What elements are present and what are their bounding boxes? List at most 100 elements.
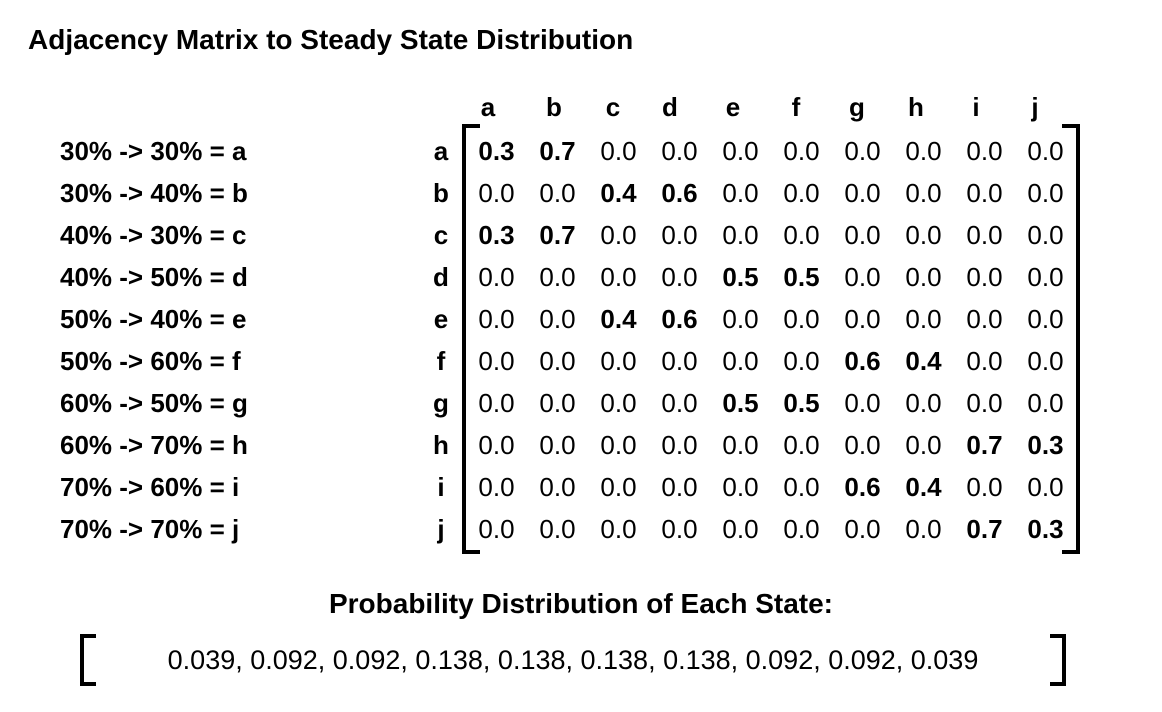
matrix-cell: 0.0	[1027, 388, 1064, 418]
matrix-cell: 0.5	[722, 388, 759, 418]
matrix-row: 0.0 0.0 0.0 0.0 0.5 0.5 0.0 0.0 0.0 0.0	[466, 256, 1076, 298]
matrix-cell: 0.0	[905, 262, 942, 292]
matrix-cell: 0.0	[1027, 220, 1064, 250]
matrix-cell: 0.0	[722, 304, 759, 334]
matrix-row-headers: a b c d e f g h i j	[426, 130, 456, 550]
matrix-column-label: e	[725, 92, 741, 122]
distribution-title: Probability Distribution of Each State:	[328, 588, 834, 619]
bracket-corner	[1050, 682, 1062, 686]
matrix-column-label: g	[849, 92, 865, 122]
matrix-cell: 0.7	[966, 430, 1003, 460]
matrix-cell: 0.0	[539, 262, 576, 292]
matrix-cell: 0.0	[661, 220, 698, 250]
matrix-cell: 0.0	[478, 430, 515, 460]
bracket-corner	[1062, 550, 1076, 554]
matrix-cell: 0.0	[783, 430, 820, 460]
matrix-cell: 0.0	[722, 472, 759, 502]
matrix-column-label: j	[1031, 92, 1039, 122]
matrix-cell: 0.3	[478, 136, 515, 166]
matrix-cell: 0.0	[478, 304, 515, 334]
matrix-cell: 0.0	[478, 346, 515, 376]
matrix-row: 0.0 0.0 0.0 0.0 0.0 0.0 0.0 0.0 0.7 0.3	[466, 508, 1076, 550]
matrix-cell: 0.0	[844, 262, 881, 292]
matrix-row-label: g	[433, 388, 449, 418]
matrix-cell: 0.6	[661, 178, 698, 208]
matrix-cell: 0.5	[722, 262, 759, 292]
matrix-row-label: b	[433, 178, 449, 208]
matrix-cell: 0.0	[661, 388, 698, 418]
matrix-column-label: d	[662, 92, 678, 122]
matrix-cell: 0.0	[783, 178, 820, 208]
matrix-cell: 0.0	[783, 472, 820, 502]
matrix-row-label: a	[433, 136, 449, 166]
matrix-cell: 0.0	[722, 178, 759, 208]
matrix-row: 0.3 0.7 0.0 0.0 0.0 0.0 0.0 0.0 0.0 0.0	[466, 214, 1076, 256]
matrix-row: 0.0 0.0 0.4 0.6 0.0 0.0 0.0 0.0 0.0 0.0	[466, 298, 1076, 340]
matrix-cell: 0.0	[905, 178, 942, 208]
matrix-column-label: i	[972, 92, 980, 122]
matrix-row-label: c	[433, 220, 449, 250]
matrix-cell: 0.0	[844, 388, 881, 418]
bracket-corner	[1062, 124, 1076, 128]
matrix-cell: 0.0	[478, 514, 515, 544]
matrix-cell: 0.0	[661, 472, 698, 502]
transition-matrix: 0.3 0.7 0.0 0.0 0.0 0.0 0.0 0.0 0.0 0.0 0.0 0.0 0.4 0…	[462, 124, 1080, 554]
matrix-cell: 0.0	[722, 514, 759, 544]
matrix-column-label: b	[546, 92, 562, 122]
matrix-cell: 0.0	[661, 514, 698, 544]
matrix-row-label: d	[433, 262, 449, 292]
matrix-cell: 0.0	[722, 346, 759, 376]
matrix-cell: 0.0	[966, 346, 1003, 376]
matrix-cell: 0.0	[783, 346, 820, 376]
matrix-row-label: j	[437, 514, 445, 544]
matrix-cell: 0.0	[905, 388, 942, 418]
matrix-column-label: a	[480, 92, 496, 122]
matrix-cell: 0.4	[600, 304, 637, 334]
matrix-cell: 0.0	[478, 388, 515, 418]
matrix-cell: 0.0	[905, 136, 942, 166]
matrix-cell: 0.0	[966, 136, 1003, 166]
matrix-cell: 0.0	[844, 178, 881, 208]
matrix-column-headers: a b c d e f g h i j	[0, 86, 1162, 128]
matrix-cell: 0.7	[966, 514, 1003, 544]
matrix-cell: 0.0	[661, 136, 698, 166]
matrix-cell: 0.4	[600, 178, 637, 208]
matrix-cell: 0.0	[1027, 304, 1064, 334]
state-legend-item: 60% -> 70% = h	[60, 430, 248, 460]
matrix-cell: 0.0	[966, 388, 1003, 418]
matrix-column-label: f	[791, 92, 801, 122]
matrix-cell: 0.0	[783, 514, 820, 544]
matrix-cell: 0.4	[905, 346, 942, 376]
matrix-cell: 0.0	[600, 514, 637, 544]
matrix-cell: 0.6	[844, 472, 881, 502]
matrix-cell: 0.0	[1027, 262, 1064, 292]
state-legend-item: 50% -> 60% = f	[60, 346, 241, 376]
matrix-cell: 0.0	[539, 346, 576, 376]
matrix-row: 0.0 0.0 0.4 0.6 0.0 0.0 0.0 0.0 0.0 0.0	[466, 172, 1076, 214]
matrix-cell: 0.0	[844, 136, 881, 166]
state-legend-item: 40% -> 30% = c	[60, 220, 247, 250]
matrix-cell: 0.0	[600, 220, 637, 250]
matrix-cell: 0.0	[539, 388, 576, 418]
matrix-cell: 0.0	[600, 388, 637, 418]
distribution-values: 0.039, 0.092, 0.092, 0.138, 0.138, 0.138…	[167, 645, 979, 675]
state-legend-item: 30% -> 40% = b	[60, 178, 248, 208]
matrix-cell: 0.0	[661, 430, 698, 460]
matrix-cell: 0.0	[600, 430, 637, 460]
state-legend-item: 60% -> 50% = g	[60, 388, 248, 418]
matrix-cell: 0.0	[661, 262, 698, 292]
distribution-vector: 0.039, 0.092, 0.092, 0.138, 0.138, 0.138…	[80, 634, 1066, 686]
matrix-cell: 0.0	[905, 220, 942, 250]
bracket-corner	[1050, 634, 1062, 638]
matrix-cell: 0.0	[478, 262, 515, 292]
matrix-cell: 0.3	[1027, 430, 1064, 460]
state-legend-item: 50% -> 40% = e	[60, 304, 247, 334]
matrix-cell: 0.0	[905, 304, 942, 334]
matrix-row-label: f	[436, 346, 446, 376]
matrix-cell: 0.0	[600, 472, 637, 502]
matrix-cell: 0.0	[783, 304, 820, 334]
matrix-row: 0.3 0.7 0.0 0.0 0.0 0.0 0.0 0.0 0.0 0.0	[466, 130, 1076, 172]
matrix-cell: 0.0	[783, 136, 820, 166]
matrix-cell: 0.0	[966, 262, 1003, 292]
matrix-cell: 0.0	[1027, 178, 1064, 208]
